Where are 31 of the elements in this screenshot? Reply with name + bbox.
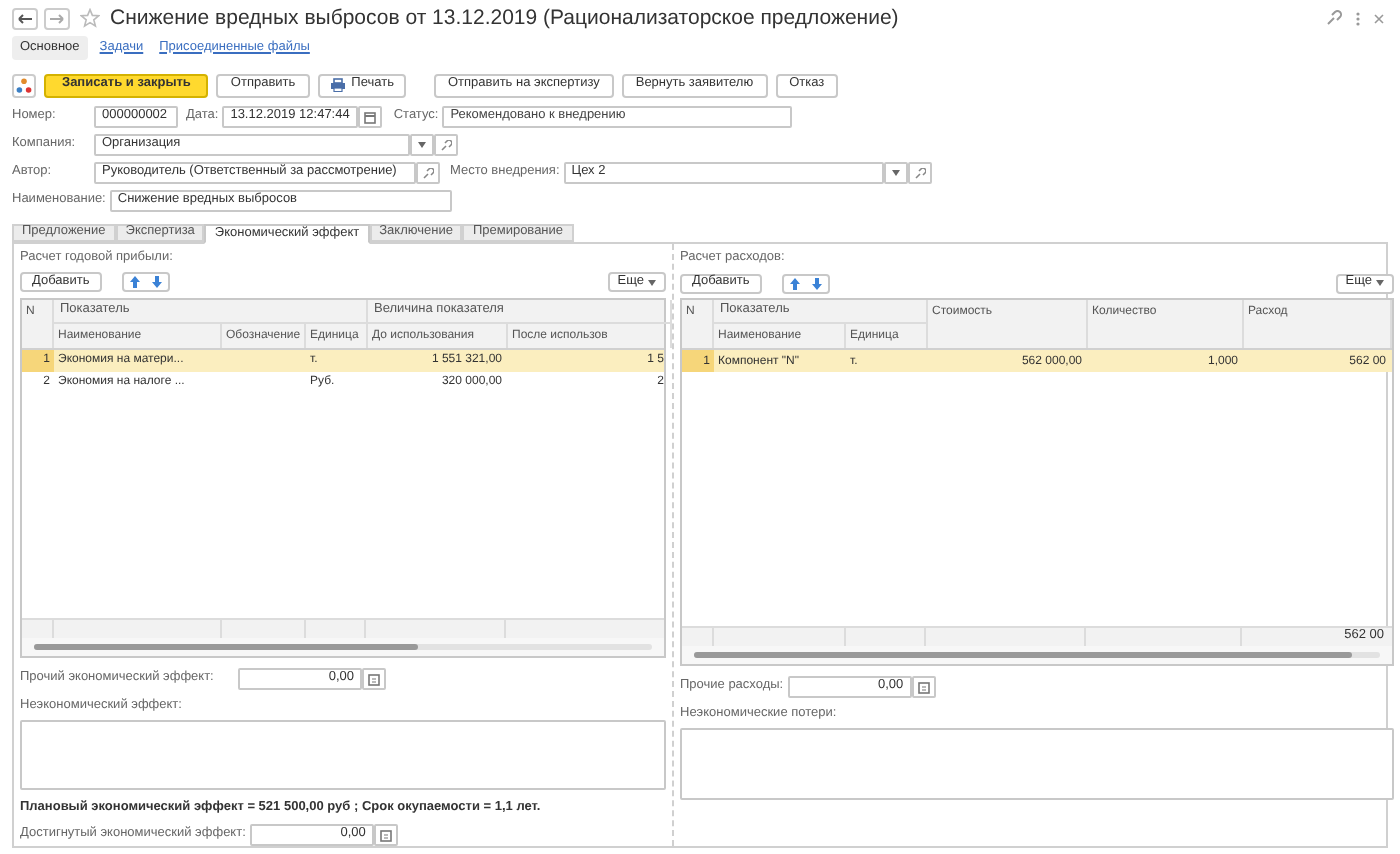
caret-icon [891, 170, 900, 176]
move-buttons[interactable] [121, 272, 170, 293]
star-icon [80, 8, 100, 28]
dropdown-button[interactable] [410, 134, 434, 156]
close-button[interactable] [1374, 13, 1388, 23]
calculator-button[interactable] [362, 668, 386, 690]
link-icon [422, 167, 434, 179]
link-icon [1326, 10, 1342, 26]
calendar-icon [363, 111, 376, 123]
close-icon [1374, 13, 1384, 23]
link-icon [913, 167, 926, 179]
move-buttons[interactable] [781, 273, 830, 293]
window-title: Снижение вредных выбросов от 13.12.2019 (Рационализаторское предложение) [110, 7, 899, 29]
calculator-button[interactable] [373, 824, 398, 847]
calculator-button[interactable] [911, 676, 936, 698]
printer-icon [329, 78, 346, 92]
open-button[interactable] [907, 162, 932, 184]
back-arrow-icon [18, 13, 32, 23]
structure-button[interactable] [12, 73, 36, 97]
horizontal-scrollbar[interactable] [22, 638, 664, 656]
forward-arrow-icon [50, 13, 64, 23]
horizontal-scrollbar[interactable] [682, 646, 1392, 664]
caret-icon [1376, 280, 1384, 286]
link-icon [440, 139, 452, 151]
caret-icon [648, 279, 656, 286]
caret-icon [418, 142, 426, 148]
back-button[interactable] [12, 7, 38, 29]
dropdown-button[interactable] [883, 162, 908, 184]
open-button[interactable] [416, 162, 440, 184]
calendar-button[interactable] [357, 106, 382, 128]
open-button[interactable] [434, 134, 458, 156]
